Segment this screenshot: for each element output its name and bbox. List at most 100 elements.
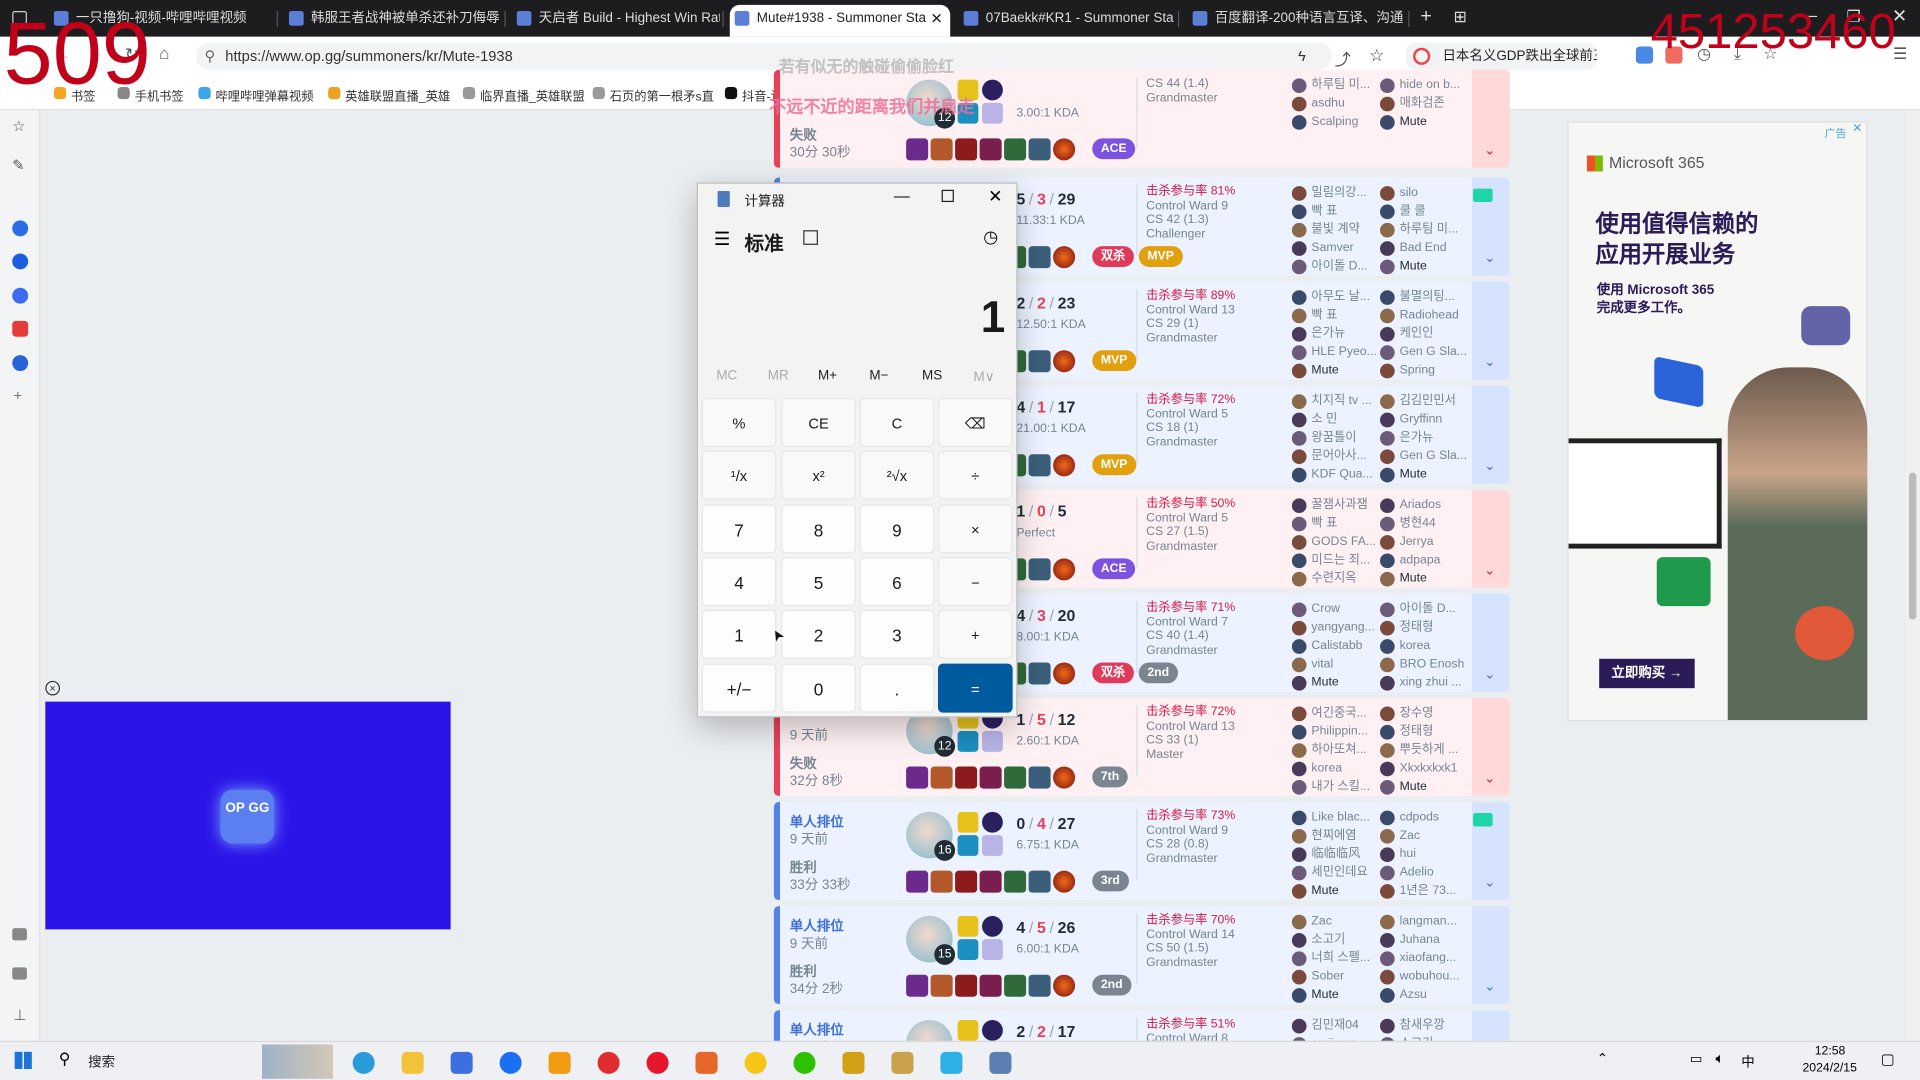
taskbar-search-icon[interactable]: ⚲ bbox=[59, 1049, 71, 1069]
player-name[interactable]: Gryffinn bbox=[1380, 410, 1468, 428]
url-input[interactable]: ⚲ https://www.op.gg/summoners/kr/Mute-19… bbox=[195, 42, 1333, 70]
player-name[interactable]: Zac bbox=[1380, 827, 1468, 845]
volume-icon[interactable]: 🔈︎ bbox=[1716, 1049, 1725, 1067]
player-name[interactable]: 왕꿈틀이 bbox=[1291, 429, 1380, 447]
item-icon[interactable] bbox=[979, 138, 1002, 161]
add-icon[interactable]: + bbox=[13, 387, 22, 404]
calc-key[interactable]: 8 bbox=[781, 504, 856, 554]
player-name[interactable]: 1년은 73... bbox=[1380, 882, 1468, 900]
item-icon[interactable] bbox=[1004, 766, 1027, 789]
wechat-icon[interactable] bbox=[793, 1051, 816, 1074]
player-name[interactable]: 치지직 tv ... bbox=[1291, 392, 1380, 410]
player-name[interactable]: Zac bbox=[1291, 912, 1380, 930]
app-icon[interactable] bbox=[744, 1051, 767, 1074]
item-icon[interactable] bbox=[955, 870, 978, 893]
player-name[interactable]: langman... bbox=[1380, 912, 1468, 930]
player-name[interactable]: 하루팀 미... bbox=[1291, 76, 1380, 94]
expand-button[interactable]: ⌄ bbox=[1471, 489, 1510, 588]
panel-icon[interactable] bbox=[12, 928, 27, 941]
app-icon[interactable] bbox=[12, 287, 29, 304]
close-video-icon[interactable]: × bbox=[45, 680, 61, 696]
player-name[interactable]: 정태형 bbox=[1380, 618, 1468, 636]
player-name[interactable]: silo bbox=[1380, 184, 1468, 202]
player-name[interactable]: 은가뉴 bbox=[1291, 324, 1380, 342]
apps-grid-icon[interactable]: ⊞ bbox=[1453, 7, 1466, 27]
item-icon[interactable] bbox=[979, 766, 1002, 789]
player-name[interactable]: 현찌에염 bbox=[1291, 827, 1380, 845]
ime-indicator[interactable]: 中 bbox=[1741, 1052, 1754, 1072]
video-replay-icon[interactable] bbox=[1473, 188, 1493, 203]
player-name[interactable]: adpapa bbox=[1380, 551, 1468, 569]
player-name[interactable]: Mute bbox=[1291, 361, 1380, 379]
player-name[interactable]: HLE Pyeo... bbox=[1291, 343, 1380, 361]
item-icon[interactable] bbox=[1004, 974, 1027, 997]
app-icon[interactable] bbox=[12, 220, 29, 237]
app-icon[interactable] bbox=[891, 1051, 914, 1074]
player-name[interactable]: 하루팀 미... bbox=[1380, 220, 1468, 238]
floating-video-player[interactable]: OP GG bbox=[45, 701, 451, 930]
item-icon[interactable] bbox=[1028, 766, 1051, 789]
app-icon[interactable] bbox=[12, 355, 29, 372]
item-icon[interactable] bbox=[906, 870, 929, 893]
item-icon[interactable] bbox=[955, 766, 978, 789]
player-name[interactable]: Spring bbox=[1380, 361, 1468, 379]
expand-button[interactable]: ⌄ bbox=[1471, 385, 1510, 484]
item-icon[interactable] bbox=[906, 138, 929, 161]
player-name[interactable]: Mute bbox=[1291, 882, 1380, 900]
item-icon[interactable] bbox=[1053, 974, 1076, 997]
player-name[interactable]: wobuhou... bbox=[1380, 967, 1468, 985]
item-icon[interactable] bbox=[955, 974, 978, 997]
item-icon[interactable] bbox=[930, 766, 953, 789]
clock-time[interactable]: 12:58 bbox=[1815, 1044, 1846, 1057]
app-icon[interactable] bbox=[499, 1051, 522, 1074]
browser-tab[interactable]: 韩服王者战神被单杀还补刀侮辱 bbox=[284, 5, 504, 37]
app-icon[interactable] bbox=[695, 1051, 718, 1074]
player-name[interactable]: 하아또쳐... bbox=[1291, 741, 1380, 759]
memory-button-m+[interactable]: M+ bbox=[818, 369, 837, 384]
app-icon[interactable] bbox=[548, 1051, 571, 1074]
calculator-taskbar-icon[interactable] bbox=[989, 1051, 1012, 1074]
pin-icon[interactable]: ⊥ bbox=[13, 1007, 26, 1024]
item-icon[interactable] bbox=[1028, 870, 1051, 893]
player-name[interactable]: 미드는 죄... bbox=[1291, 551, 1380, 569]
item-icon[interactable] bbox=[1028, 974, 1051, 997]
notification-icon[interactable]: ▢ bbox=[1881, 1051, 1895, 1068]
item-icon[interactable] bbox=[1004, 138, 1027, 161]
calc-key[interactable]: + bbox=[937, 609, 1013, 659]
player-name[interactable]: Adelio bbox=[1380, 863, 1468, 881]
player-name[interactable]: Mute bbox=[1380, 113, 1468, 131]
scrollbar-thumb[interactable] bbox=[1908, 472, 1917, 620]
player-name[interactable]: Scalping bbox=[1291, 113, 1380, 131]
player-name[interactable]: Gen G Sla... bbox=[1380, 447, 1468, 465]
browser-tab[interactable]: 百度翻译-200种语言互译、沟通 bbox=[1188, 5, 1408, 37]
panel-icon[interactable] bbox=[12, 967, 27, 980]
share-icon[interactable]: ⤴ bbox=[1335, 47, 1351, 70]
expand-button[interactable]: ⌄ bbox=[1471, 697, 1510, 796]
edit-icon[interactable]: ✎ bbox=[12, 157, 24, 174]
player-name[interactable]: Juhana bbox=[1380, 931, 1468, 949]
player-name[interactable]: 세민인데요 bbox=[1291, 863, 1380, 881]
player-name[interactable]: 매화검존 bbox=[1380, 94, 1468, 112]
player-name[interactable]: 뿌듯하게 ... bbox=[1380, 741, 1468, 759]
player-name[interactable]: 빡 표 bbox=[1291, 202, 1380, 220]
player-name[interactable]: 꿀잼사과잼 bbox=[1291, 496, 1380, 514]
history-icon[interactable]: ◷ bbox=[983, 227, 998, 248]
browser-tab[interactable]: Mute#1938 - Summoner Sta ✕ bbox=[729, 4, 951, 37]
file-explorer-icon[interactable] bbox=[401, 1051, 424, 1074]
item-icon[interactable] bbox=[1053, 766, 1076, 789]
player-name[interactable]: GODS FA... bbox=[1291, 533, 1380, 551]
player-name[interactable]: Calistabb bbox=[1291, 637, 1380, 655]
item-icon[interactable] bbox=[1053, 246, 1076, 269]
memory-button-m−[interactable]: M− bbox=[869, 369, 888, 384]
player-name[interactable]: 아무도 날... bbox=[1291, 288, 1380, 306]
player-name[interactable]: Samver bbox=[1291, 239, 1380, 257]
search-suggestion-box[interactable]: 日本名义GDP跌出全球前三 bbox=[1405, 42, 1597, 70]
item-icon[interactable] bbox=[1053, 454, 1076, 477]
ad-buy-button[interactable]: 立即购买 → bbox=[1599, 658, 1695, 689]
item-icon[interactable] bbox=[1004, 870, 1027, 893]
favorites-icon[interactable]: ☆ bbox=[12, 118, 25, 135]
calc-key[interactable]: % bbox=[701, 397, 777, 447]
hamburger-menu-icon[interactable]: ☰ bbox=[714, 228, 730, 250]
player-name[interactable]: Mute bbox=[1380, 257, 1468, 275]
player-name[interactable]: cdpods bbox=[1380, 808, 1468, 826]
